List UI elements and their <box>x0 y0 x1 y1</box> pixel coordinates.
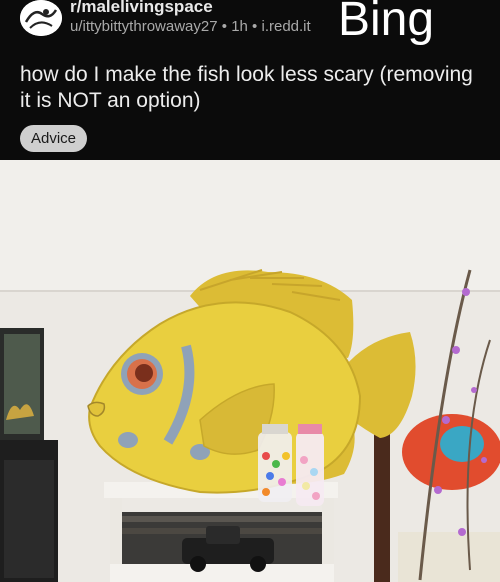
post-age: 1h <box>231 18 248 35</box>
post-title[interactable]: how do I make the fish look less scary (… <box>20 62 480 114</box>
bing-watermark: Bing <box>338 0 435 46</box>
subreddit-logo-icon <box>20 0 62 36</box>
subreddit-name[interactable]: r/malelivingspace <box>70 0 213 17</box>
post-image[interactable] <box>0 160 500 582</box>
meta-separator: • <box>221 18 228 35</box>
post-meta: u/ittybittythrowaway27 • 1h • i.redd.it <box>70 18 311 35</box>
meta-separator: • <box>252 18 258 35</box>
post-domain[interactable]: i.redd.it <box>261 18 310 35</box>
author-name[interactable]: u/ittybittythrowaway27 <box>70 18 218 35</box>
subreddit-avatar[interactable] <box>20 0 62 36</box>
flair-badge[interactable]: Advice <box>20 125 88 152</box>
post-header: r/malelivingspace u/ittybittythrowaway27… <box>0 0 500 160</box>
fish-photo <box>0 160 500 582</box>
